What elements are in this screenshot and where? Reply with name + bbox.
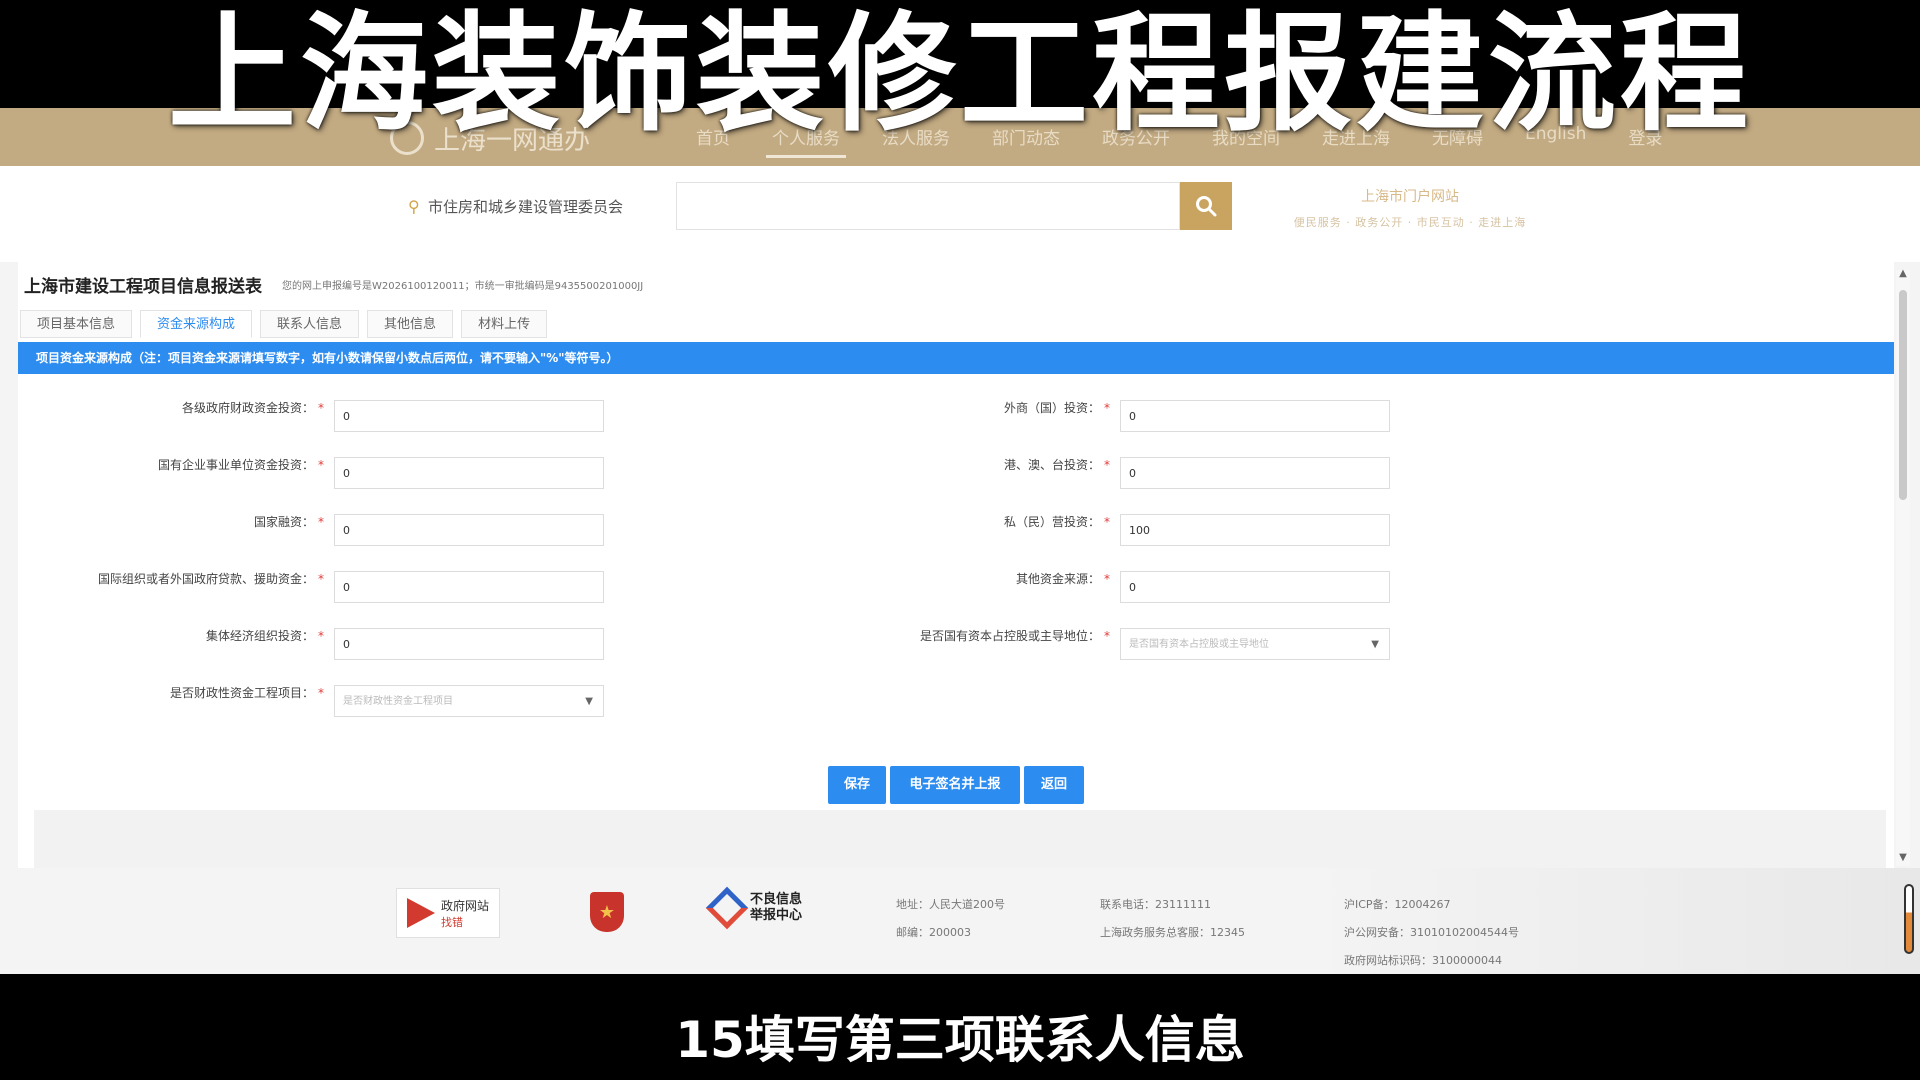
state-finance-input[interactable]: 0 [334, 514, 604, 546]
footer-hotline: 上海政务服务总客服：12345 [1100, 926, 1245, 939]
footer-phone: 联系电话：23111111 [1100, 898, 1211, 911]
collective-fund-input[interactable]: 0 [334, 628, 604, 660]
hk-mo-tw-invest-input[interactable]: 0 [1120, 457, 1390, 489]
party-emblem-icon[interactable]: ★ [590, 892, 624, 932]
other-fund-input[interactable]: 0 [1120, 571, 1390, 603]
soe-fund-input[interactable]: 0 [334, 457, 604, 489]
gov-site-title: 政府网站 [440, 898, 489, 913]
field-label-soe-fund: 国有企业事业单位资金投资： * [157, 458, 324, 472]
field-label-foreign-loan: 国际组织或者外国政府贷款、援助资金： * [97, 572, 324, 586]
scrollbar-thumb[interactable] [1899, 290, 1907, 500]
foreign-invest-input[interactable]: 0 [1120, 400, 1390, 432]
chevron-down-icon: ▼ [1371, 639, 1379, 650]
floating-scroll-widget[interactable] [1904, 884, 1914, 954]
video-frame: 上海一网通办 首页 个人服务 法人服务 部门动态 政务公开 我的空间 走进上海 无障碍 Engl… [0, 0, 1920, 1080]
save-button[interactable]: 保存 [828, 766, 886, 804]
field-label-private-invest: 私（民）营投资： * [1003, 515, 1110, 529]
scroll-up-icon[interactable]: ▲ [1897, 268, 1909, 279]
gov-fund-input[interactable]: 0 [334, 400, 604, 432]
location-selector[interactable]: ⚲ 市住房和城乡建设管理委员会 [408, 196, 623, 217]
form-title: 上海市建设工程项目信息报送表 [24, 277, 262, 297]
field-label-state-finance: 国家融资： * [253, 515, 324, 529]
field-label-state-capital: 是否国有资本占控股或主导地位： * [919, 629, 1110, 643]
footer-address: 地址：人民大道200号 [896, 898, 1005, 911]
field-label-hk-mo-tw-invest: 港、澳、台投资： * [1003, 458, 1110, 472]
portal-brand[interactable]: 上海市门户网站 便民服务 · 政务公开 · 市民互动 · 走进上海 [1290, 186, 1530, 230]
search-icon [1196, 196, 1217, 217]
field-label-other-fund: 其他资金来源： * [1015, 572, 1110, 586]
private-invest-input[interactable]: 100 [1120, 514, 1390, 546]
gov-site-error-report-link[interactable]: 政府网站 找错 [396, 888, 500, 938]
footer-postcode: 邮编：200003 [896, 926, 971, 939]
search-input[interactable] [676, 182, 1180, 230]
portal-brand-links: 便民服务 · 政务公开 · 市民互动 · 走进上海 [1293, 216, 1527, 229]
chevron-down-icon: ▼ [585, 696, 593, 707]
gov-site-sub: 找错 [440, 915, 463, 929]
form-tab[interactable]: 项目基本信息 [20, 310, 133, 338]
search-button[interactable] [1180, 182, 1232, 230]
fiscal-project-placeholder: 是否财政性资金工程项目 [343, 696, 453, 707]
field-label-collective-fund: 集体经济组织投资： * [205, 629, 324, 643]
report-center-label: 不良信息举报中心 [750, 892, 803, 923]
form-tab[interactable]: 联系人信息 [260, 310, 360, 338]
fiscal-project-select[interactable]: 是否财政性资金工程项目 ▼ [334, 685, 604, 717]
footer-gov-id: 政府网站标识码：3100000044 [1344, 954, 1502, 967]
footer-police-record: 沪公网安备：31010102004544号 [1344, 926, 1519, 939]
video-title: 上海装饰装修工程报建流程 [167, 0, 1752, 149]
form-tab[interactable]: 其他信息 [367, 310, 454, 338]
form-tab[interactable]: 资金来源构成 [140, 310, 253, 338]
form-tab[interactable]: 材料上传 [461, 310, 548, 338]
section-notice: 项目资金来源构成（注：项目资金来源请填写数字，如有小数请保留小数点后两位，请不要… [18, 342, 1894, 374]
sign-and-submit-button[interactable]: 电子签名并上报 [890, 766, 1020, 804]
location-pin-icon: ⚲ [408, 196, 420, 216]
scroll-down-icon[interactable]: ▼ [1897, 852, 1909, 863]
field-label-foreign-invest: 外商（国）投资： * [1003, 401, 1110, 415]
foreign-loan-input[interactable]: 0 [334, 571, 604, 603]
footer-icp: 沪ICP备：12004267 [1344, 898, 1451, 911]
search-error-icon [406, 898, 435, 928]
state-capital-select[interactable]: 是否国有资本占控股或主导地位 ▼ [1120, 628, 1390, 660]
state-capital-placeholder: 是否国有资本占控股或主导地位 [1129, 639, 1269, 650]
field-label-fiscal-project: 是否财政性资金工程项目： * [169, 686, 324, 700]
field-label-gov-fund: 各级政府财政资金投资： * [181, 401, 324, 415]
report-center-icon [705, 886, 749, 930]
back-button[interactable]: 返回 [1024, 766, 1084, 804]
report-center-link[interactable]: 不良信息举报中心 [705, 886, 812, 930]
portal-brand-title: 上海市门户网站 [1361, 189, 1459, 205]
form-bottom-area [34, 810, 1886, 868]
form-reference: 您的网上申报编号是W2026100120011；市统一审批编码是94355002… [282, 281, 644, 292]
form-tabs: 项目基本信息 资金来源构成 联系人信息 其他信息 材料上传 [20, 310, 548, 338]
location-label: 市住房和城乡建设管理委员会 [428, 198, 624, 216]
video-subtitle: 15填写第三项联系人信息 [675, 1011, 1245, 1069]
